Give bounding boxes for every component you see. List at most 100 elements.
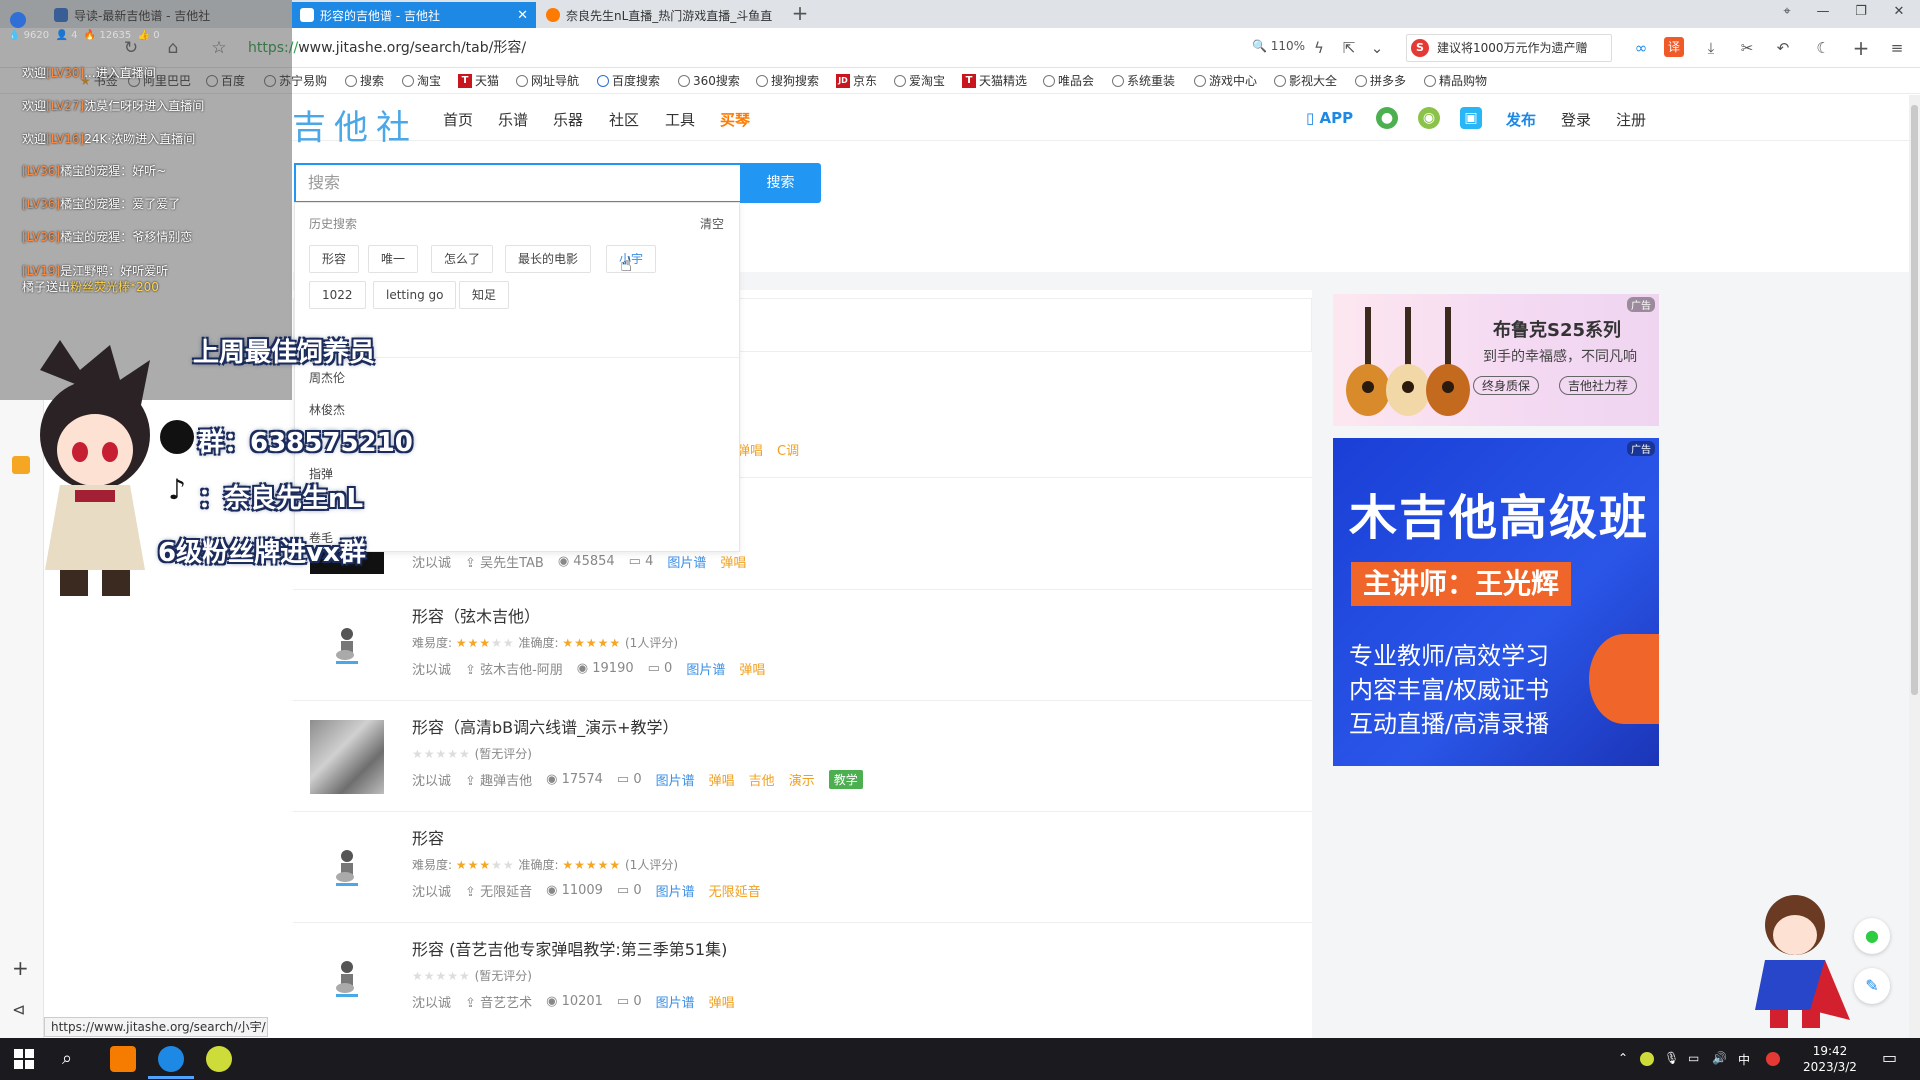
tag-strum[interactable]: 弹唱 — [720, 552, 746, 571]
tag-guitar[interactable]: 吉他 — [749, 770, 775, 789]
artist-name[interactable]: 沈以诚 — [412, 770, 451, 789]
undo-icon[interactable]: ↶ — [1772, 37, 1794, 59]
result-title[interactable]: 形容 — [412, 825, 444, 849]
sogou-ime-icon[interactable] — [1766, 1052, 1780, 1066]
bookmark-item[interactable]: 游戏中心 — [1194, 72, 1257, 90]
suggestion-item[interactable]: 林俊杰 — [309, 401, 345, 418]
result-thumbnail[interactable] — [310, 831, 384, 905]
app-link[interactable]: ▯ APP — [1306, 109, 1353, 127]
volume-icon[interactable]: 🔊 — [1712, 1051, 1727, 1065]
register-link[interactable]: 注册 — [1616, 109, 1646, 130]
url-field[interactable]: https://www.jitashe.org/search/tab/形容/ — [248, 36, 1238, 60]
scrollbar-thumb[interactable] — [1911, 105, 1918, 695]
tab-douyu[interactable]: 奈良先生nL直播_热门游戏直播_斗鱼直 — [538, 2, 782, 28]
bookmark-item[interactable]: 搜狗搜索 — [756, 72, 819, 90]
nav-scores[interactable]: 乐谱 — [498, 109, 528, 130]
tag-image-score[interactable]: 图片谱 — [686, 659, 725, 678]
tab-xingrong[interactable]: 形容的吉他谱 - 吉他社 ✕ — [292, 2, 536, 28]
bookmark-item[interactable]: 精品购物 — [1424, 72, 1487, 90]
result-title[interactable]: 形容（高清bB调六线谱_演示+教学） — [412, 714, 679, 738]
result-row[interactable]: 形容（高清bB调六线谱_演示+教学） ★★★★★ (暂无评分) 沈以诚 ⇪ 趣弹… — [293, 702, 1312, 812]
search-button[interactable]: 搜索 — [740, 163, 821, 203]
result-thumbnail[interactable] — [310, 720, 384, 794]
uploader[interactable]: ⇪ 音艺艺术 — [465, 992, 532, 1011]
bookmark-item[interactable]: 搜索 — [345, 72, 384, 90]
weibo-icon[interactable]: ◉ — [1418, 107, 1440, 129]
download-icon[interactable]: ⤓ — [1700, 37, 1722, 59]
zoom-level[interactable]: 🔍 110% — [1252, 39, 1305, 53]
notification-icon[interactable]: ▭ — [1882, 1048, 1897, 1067]
wechat-icon[interactable]: ● — [1376, 107, 1398, 129]
artist-name[interactable]: 沈以诚 — [412, 881, 451, 900]
uploader[interactable]: ⇪ 弦木吉他-阿朋 — [465, 659, 563, 678]
night-mode-icon[interactable]: ☾ — [1812, 37, 1834, 59]
add-icon[interactable]: + — [12, 956, 29, 980]
tag-image-score[interactable]: 图片谱 — [656, 992, 695, 1011]
uploader[interactable]: ⇪ 无限延音 — [465, 881, 532, 900]
wechat-share-icon[interactable]: ● — [1854, 918, 1890, 954]
result-title[interactable]: 形容 (音艺吉他专家弹唱教学:第三季第51集) — [412, 936, 727, 960]
bookmark-item[interactable]: T 天猫精选 — [962, 72, 1027, 90]
result-title[interactable]: 形容（弦木吉他） — [412, 603, 540, 627]
history-chip[interactable]: 形容 — [309, 245, 360, 273]
result-row[interactable]: 形容（弦木吉他） 难易度: ★★★★★ 准确度: ★★★★★ (1人评分) 沈以… — [293, 591, 1312, 701]
new-tab-icon[interactable]: + — [788, 2, 812, 26]
tag-image-score[interactable]: 图片谱 — [656, 770, 695, 789]
page-scrollbar[interactable] — [1909, 95, 1920, 1048]
plus-icon[interactable]: + — [1850, 37, 1872, 59]
artist-name[interactable]: 沈以诚 — [412, 659, 451, 678]
site-search-input[interactable]: 搜索 — [294, 163, 740, 203]
tray-app-icon[interactable] — [1640, 1052, 1654, 1066]
minimize-icon[interactable]: — — [1808, 4, 1838, 24]
artist-name[interactable]: 沈以诚 — [412, 552, 451, 571]
tag-sustain[interactable]: 无限延音 — [709, 881, 761, 900]
bookmark-item[interactable]: 淘宝 — [402, 72, 441, 90]
bilibili-icon[interactable]: ▣ — [1460, 107, 1482, 129]
close-tab-icon[interactable]: ✕ — [517, 8, 528, 23]
history-chip[interactable]: 知足 — [459, 281, 510, 309]
uploader[interactable]: ⇪ 趣弹吉他 — [465, 770, 532, 789]
tag-demo[interactable]: 演示 — [789, 770, 815, 789]
microphone-icon[interactable]: 🎙 — [1664, 1051, 1679, 1065]
close-window-icon[interactable]: ✕ — [1884, 4, 1914, 24]
edit-feedback-icon[interactable]: ✎ — [1854, 968, 1890, 1004]
history-chip[interactable]: 唯一 — [368, 245, 419, 273]
windows-start-icon[interactable] — [14, 1049, 34, 1069]
site-logo[interactable]: 吉他社 — [292, 100, 418, 149]
restore-icon[interactable]: ❐ — [1846, 4, 1876, 24]
nav-buy-guitar[interactable]: 买琴 — [720, 109, 750, 130]
history-chip[interactable]: 最长的电影 — [505, 245, 592, 273]
search-icon[interactable]: ⌕ — [62, 1048, 72, 1069]
history-chip[interactable]: 1022 — [309, 281, 366, 309]
bookmark-item[interactable]: 系统重装 — [1112, 72, 1175, 90]
result-thumbnail[interactable] — [310, 942, 384, 1016]
tag-strum[interactable]: 弹唱 — [709, 992, 735, 1011]
chevron-down-icon[interactable]: ⌄ — [1366, 37, 1388, 59]
bookmark-item[interactable]: 网址导航 — [516, 72, 579, 90]
system-clock[interactable]: 19:42 2023/3/2 — [1800, 1043, 1860, 1075]
sogou-search-input[interactable]: S 建议将1000万元作为遗产赠 — [1406, 34, 1612, 62]
publish-link[interactable]: 发布 — [1506, 109, 1536, 130]
nav-home[interactable]: 首页 — [443, 109, 473, 130]
history-chip[interactable]: 怎么了 — [431, 245, 494, 273]
clear-history-button[interactable]: 清空 — [700, 215, 724, 232]
tag-strum[interactable]: 弹唱 — [709, 770, 735, 789]
tag-image-score[interactable]: 图片谱 — [667, 552, 706, 571]
browser-icon-taskbar[interactable] — [158, 1046, 184, 1072]
ime-indicator[interactable]: 中 — [1738, 1051, 1750, 1068]
share-icon[interactable]: ⇱ — [1338, 37, 1360, 59]
tag-key[interactable]: C调 — [777, 440, 799, 459]
bookmark-item[interactable]: 唯品会 — [1043, 72, 1094, 90]
bookmark-item[interactable]: 爱淘宝 — [894, 72, 945, 90]
tray-chevron-icon[interactable]: ⌃ — [1618, 1051, 1628, 1065]
menu-icon[interactable]: ≡ — [1886, 37, 1908, 59]
app-icon-taskbar[interactable] — [110, 1046, 136, 1072]
tag-image-score[interactable]: 图片谱 — [656, 881, 695, 900]
artist-name[interactable]: 沈以诚 — [412, 992, 451, 1011]
pin-icon[interactable]: ⌖ — [1772, 4, 1802, 24]
history-chip[interactable]: letting go — [373, 281, 457, 309]
result-thumbnail[interactable] — [310, 609, 384, 683]
nav-instruments[interactable]: 乐器 — [553, 109, 583, 130]
bookmark-item[interactable]: JD 京东 — [836, 72, 877, 90]
scissors-icon[interactable]: ✂ — [1736, 37, 1758, 59]
